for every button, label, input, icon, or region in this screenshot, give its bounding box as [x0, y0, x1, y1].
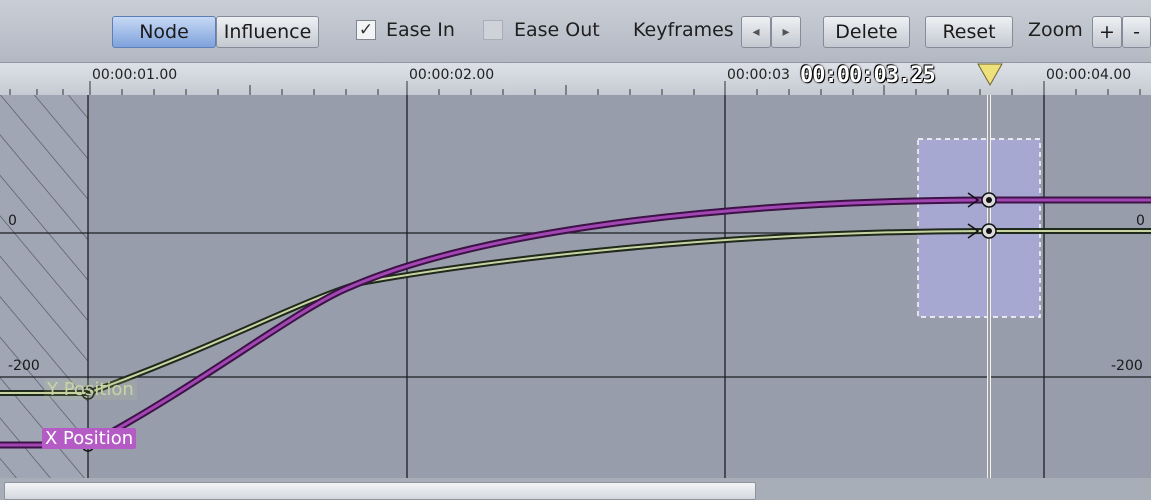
reset-button[interactable]: Reset — [925, 16, 1013, 48]
time-ruler[interactable]: 00:00:01.00 00:00:02.00 00:00:03 00:00:0… — [0, 62, 1151, 96]
zoom-out-button[interactable]: - — [1122, 16, 1151, 48]
zoom-label: Zoom — [1028, 19, 1083, 41]
plus-icon: + — [1099, 21, 1115, 43]
minus-icon: - — [1133, 21, 1140, 43]
delete-button[interactable]: Delete — [823, 16, 910, 48]
graph-editor-toolbar: Node Influence ✓ Ease In Ease Out Keyfra… — [0, 0, 1151, 62]
ruler-label-4: 00:00:04.00 — [1046, 67, 1132, 83]
current-time-readout: 00:00:03.25 — [800, 63, 936, 88]
zoom-in-button[interactable]: + — [1092, 16, 1122, 48]
node-mode-button[interactable]: Node — [112, 16, 216, 48]
keyframes-label: Keyframes — [633, 19, 734, 41]
value-label-left-minus200: -200 — [8, 358, 40, 374]
value-label-right-0: 0 — [1136, 213, 1145, 229]
value-label-right-minus200: -200 — [1111, 358, 1143, 374]
curve-graph[interactable]: 0 -200 0 -200 Y Position X Position — [0, 95, 1151, 478]
ease-in-label: Ease In — [386, 19, 455, 41]
checkmark-icon: ✓ — [358, 20, 374, 40]
triangle-down-icon[interactable] — [975, 63, 1005, 87]
previous-keyframe-button[interactable]: ◂ — [741, 16, 771, 48]
ease-out-label: Ease Out — [514, 19, 600, 41]
ruler-label-2: 00:00:02.00 — [409, 67, 495, 83]
scrollbar-thumb[interactable] — [4, 482, 756, 500]
x-position-label: X Position — [42, 428, 137, 449]
next-keyframe-button[interactable]: ▸ — [771, 16, 801, 48]
value-label-left-0: 0 — [8, 213, 17, 229]
y-position-label: Y Position — [44, 379, 137, 400]
ease-out-checkbox[interactable] — [483, 20, 503, 40]
ruler-label-3: 00:00:03 — [727, 67, 790, 83]
influence-mode-button[interactable]: Influence — [216, 16, 319, 48]
chevron-right-icon: ▸ — [782, 24, 790, 40]
ease-in-checkbox[interactable]: ✓ — [356, 20, 376, 40]
chevron-left-icon: ◂ — [752, 24, 760, 40]
horizontal-scrollbar[interactable] — [0, 478, 1151, 500]
ruler-label-1: 00:00:01.00 — [92, 67, 178, 83]
curve-canvas[interactable] — [0, 95, 1151, 478]
